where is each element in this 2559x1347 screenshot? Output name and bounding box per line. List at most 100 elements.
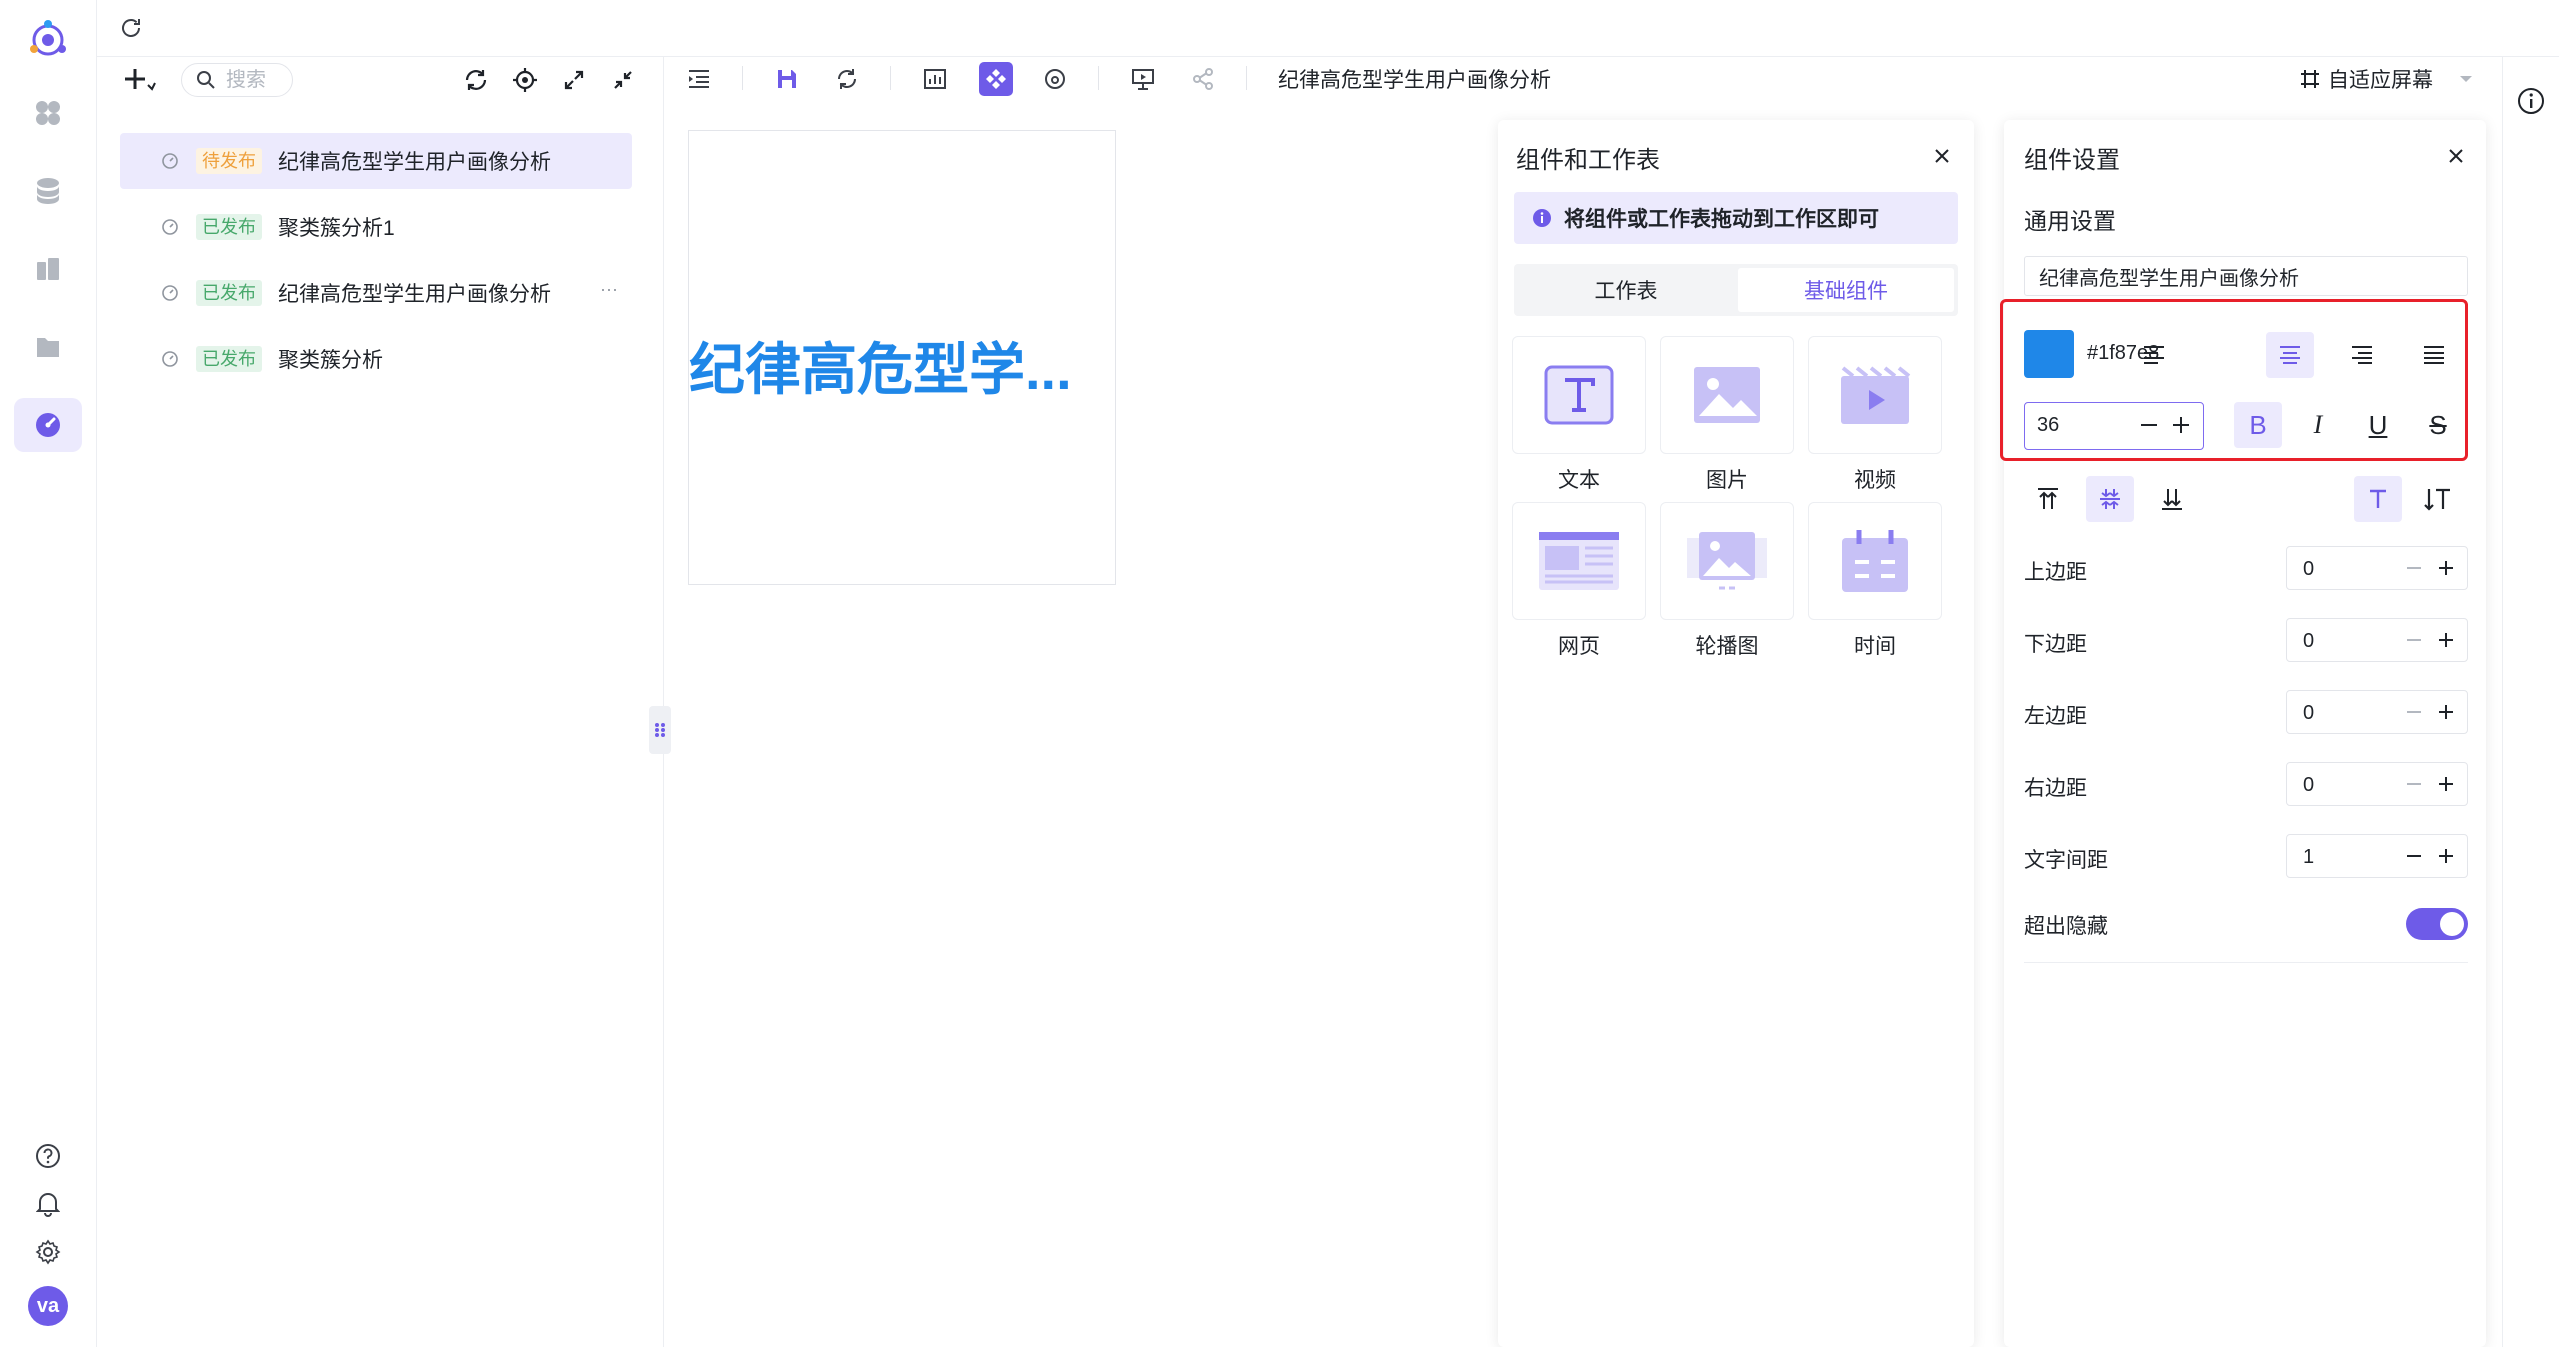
more-options-icon[interactable]: ···	[600, 279, 618, 300]
status-badge: 待发布	[196, 148, 262, 174]
margin-left-input[interactable]	[2301, 701, 2385, 726]
outline-icon[interactable]	[684, 64, 714, 94]
text-component-card[interactable]: 纪律高危型学...	[688, 130, 1116, 585]
settings-toggle-icon[interactable]	[1040, 64, 1070, 94]
close-icon[interactable]	[1930, 144, 1954, 168]
component-video[interactable]: 视频	[1808, 336, 1942, 494]
margin-bottom-stepper[interactable]	[2286, 618, 2468, 662]
plus-icon[interactable]	[2433, 627, 2459, 653]
margin-right-stepper[interactable]	[2286, 762, 2468, 806]
component-label: 文本	[1558, 469, 1600, 492]
minus-icon[interactable]	[2401, 555, 2427, 581]
plus-icon[interactable]	[2433, 843, 2459, 869]
margin-top-stepper[interactable]	[2286, 546, 2468, 590]
drag-icon	[653, 720, 667, 740]
letter-spacing-input[interactable]	[2301, 845, 2385, 870]
preview-icon[interactable]	[1128, 64, 1158, 94]
components-toggle-icon[interactable]	[979, 62, 1013, 96]
minus-icon[interactable]	[2401, 843, 2427, 869]
plus-icon[interactable]	[2433, 699, 2459, 725]
margin-bottom-input[interactable]	[2301, 629, 2385, 654]
minus-icon[interactable]	[2401, 627, 2427, 653]
tree-item-label: 纪律高危型学生用户画像分析	[278, 283, 551, 306]
fit-screen-label: 自适应屏幕	[2328, 69, 2433, 92]
fit-screen-dropdown[interactable]: 自适应屏幕	[2300, 62, 2473, 96]
components-panel-title: 组件和工作表	[1516, 147, 1660, 174]
tab-basic-components[interactable]: 基础组件	[1738, 268, 1954, 312]
refresh-icon[interactable]	[117, 14, 145, 42]
minus-icon[interactable]	[2401, 771, 2427, 797]
valign-top-icon	[2035, 486, 2061, 512]
letter-spacing-stepper[interactable]	[2286, 834, 2468, 878]
tab-worksheets[interactable]: 工作表	[1518, 268, 1734, 312]
collapse-icon[interactable]	[608, 65, 638, 95]
text-vertical-button[interactable]	[2414, 476, 2462, 522]
app-logo[interactable]	[24, 16, 72, 64]
search-input[interactable]	[224, 67, 288, 93]
margin-left-stepper[interactable]	[2286, 690, 2468, 734]
component-title-input[interactable]	[2024, 256, 2468, 296]
component-label: 图片	[1706, 469, 1748, 492]
locate-icon[interactable]	[510, 65, 540, 95]
margin-top-input[interactable]	[2301, 557, 2385, 582]
rail-screen-button[interactable]	[14, 398, 82, 452]
panel-drag-handle[interactable]	[649, 706, 671, 754]
info-icon[interactable]	[2515, 85, 2547, 117]
valign-middle-button[interactable]	[2086, 476, 2134, 522]
add-screen-icon[interactable]	[121, 63, 157, 97]
tree-item[interactable]: 已发布 聚类簇分析1	[120, 199, 632, 255]
screen-item-icon	[160, 283, 180, 303]
overflow-hidden-toggle[interactable]	[2406, 908, 2468, 940]
tree-search[interactable]	[181, 63, 293, 97]
letter-spacing-label: 文字间距	[2024, 849, 2108, 872]
user-avatar[interactable]: va	[28, 1286, 68, 1326]
rail-folder-button[interactable]	[14, 320, 82, 374]
plus-icon[interactable]	[2433, 555, 2459, 581]
help-icon[interactable]	[32, 1140, 64, 1172]
tree-item[interactable]: 已发布 聚类簇分析	[120, 331, 632, 387]
share-icon[interactable]	[1188, 64, 1218, 94]
bell-icon[interactable]	[32, 1188, 64, 1220]
minus-icon[interactable]	[2401, 699, 2427, 725]
search-icon	[196, 70, 216, 90]
tree-item[interactable]: 待发布 纪律高危型学生用户画像分析	[120, 133, 632, 189]
text-horizontal-button[interactable]	[2354, 476, 2402, 522]
component-webpage[interactable]: 网页	[1512, 502, 1646, 660]
tree-item[interactable]: 已发布 纪律高危型学生用户画像分析 ···	[120, 265, 632, 321]
text-horizontal-icon	[2366, 487, 2390, 511]
components-tabs: 工作表 基础组件	[1514, 264, 1958, 316]
sync-icon[interactable]	[461, 65, 491, 95]
save-icon[interactable]	[772, 64, 802, 94]
canvas-text[interactable]: 纪律高危型学...	[689, 325, 1072, 406]
gauge-icon	[34, 411, 62, 439]
app-rail: va	[0, 0, 97, 1347]
component-carousel[interactable]: 轮播图	[1660, 502, 1794, 660]
expand-icon[interactable]	[559, 65, 589, 95]
image-icon	[1691, 364, 1763, 426]
component-text[interactable]: 文本	[1512, 336, 1646, 494]
valign-bottom-button[interactable]	[2148, 476, 2196, 522]
valign-bottom-icon	[2159, 486, 2185, 512]
close-icon[interactable]	[2444, 144, 2468, 168]
screen-item-icon	[160, 349, 180, 369]
database-icon	[35, 177, 61, 205]
component-image[interactable]: 图片	[1660, 336, 1794, 494]
settings-gear-icon[interactable]	[32, 1236, 64, 1268]
component-label: 时间	[1854, 635, 1896, 658]
rail-report-button[interactable]	[14, 242, 82, 296]
chart-icon[interactable]	[920, 64, 950, 94]
margin-right-input[interactable]	[2301, 773, 2385, 798]
calendar-icon	[1839, 528, 1911, 594]
reload-icon[interactable]	[832, 64, 862, 94]
tree-item-label: 纪律高危型学生用户画像分析	[278, 151, 551, 174]
rail-dashboard-button[interactable]	[14, 86, 82, 140]
annotation-highlight-box	[2000, 299, 2468, 461]
plus-icon[interactable]	[2433, 771, 2459, 797]
valign-top-button[interactable]	[2024, 476, 2072, 522]
rail-database-button[interactable]	[14, 164, 82, 218]
margin-left-label: 左边距	[2024, 705, 2087, 728]
component-time[interactable]: 时间	[1808, 502, 1942, 660]
tree-panel: 待发布 纪律高危型学生用户画像分析 已发布 聚类簇分析1 已发布 纪律高危型学生…	[97, 57, 664, 1347]
carousel-icon	[1685, 528, 1769, 594]
screen-item-icon	[160, 151, 180, 171]
